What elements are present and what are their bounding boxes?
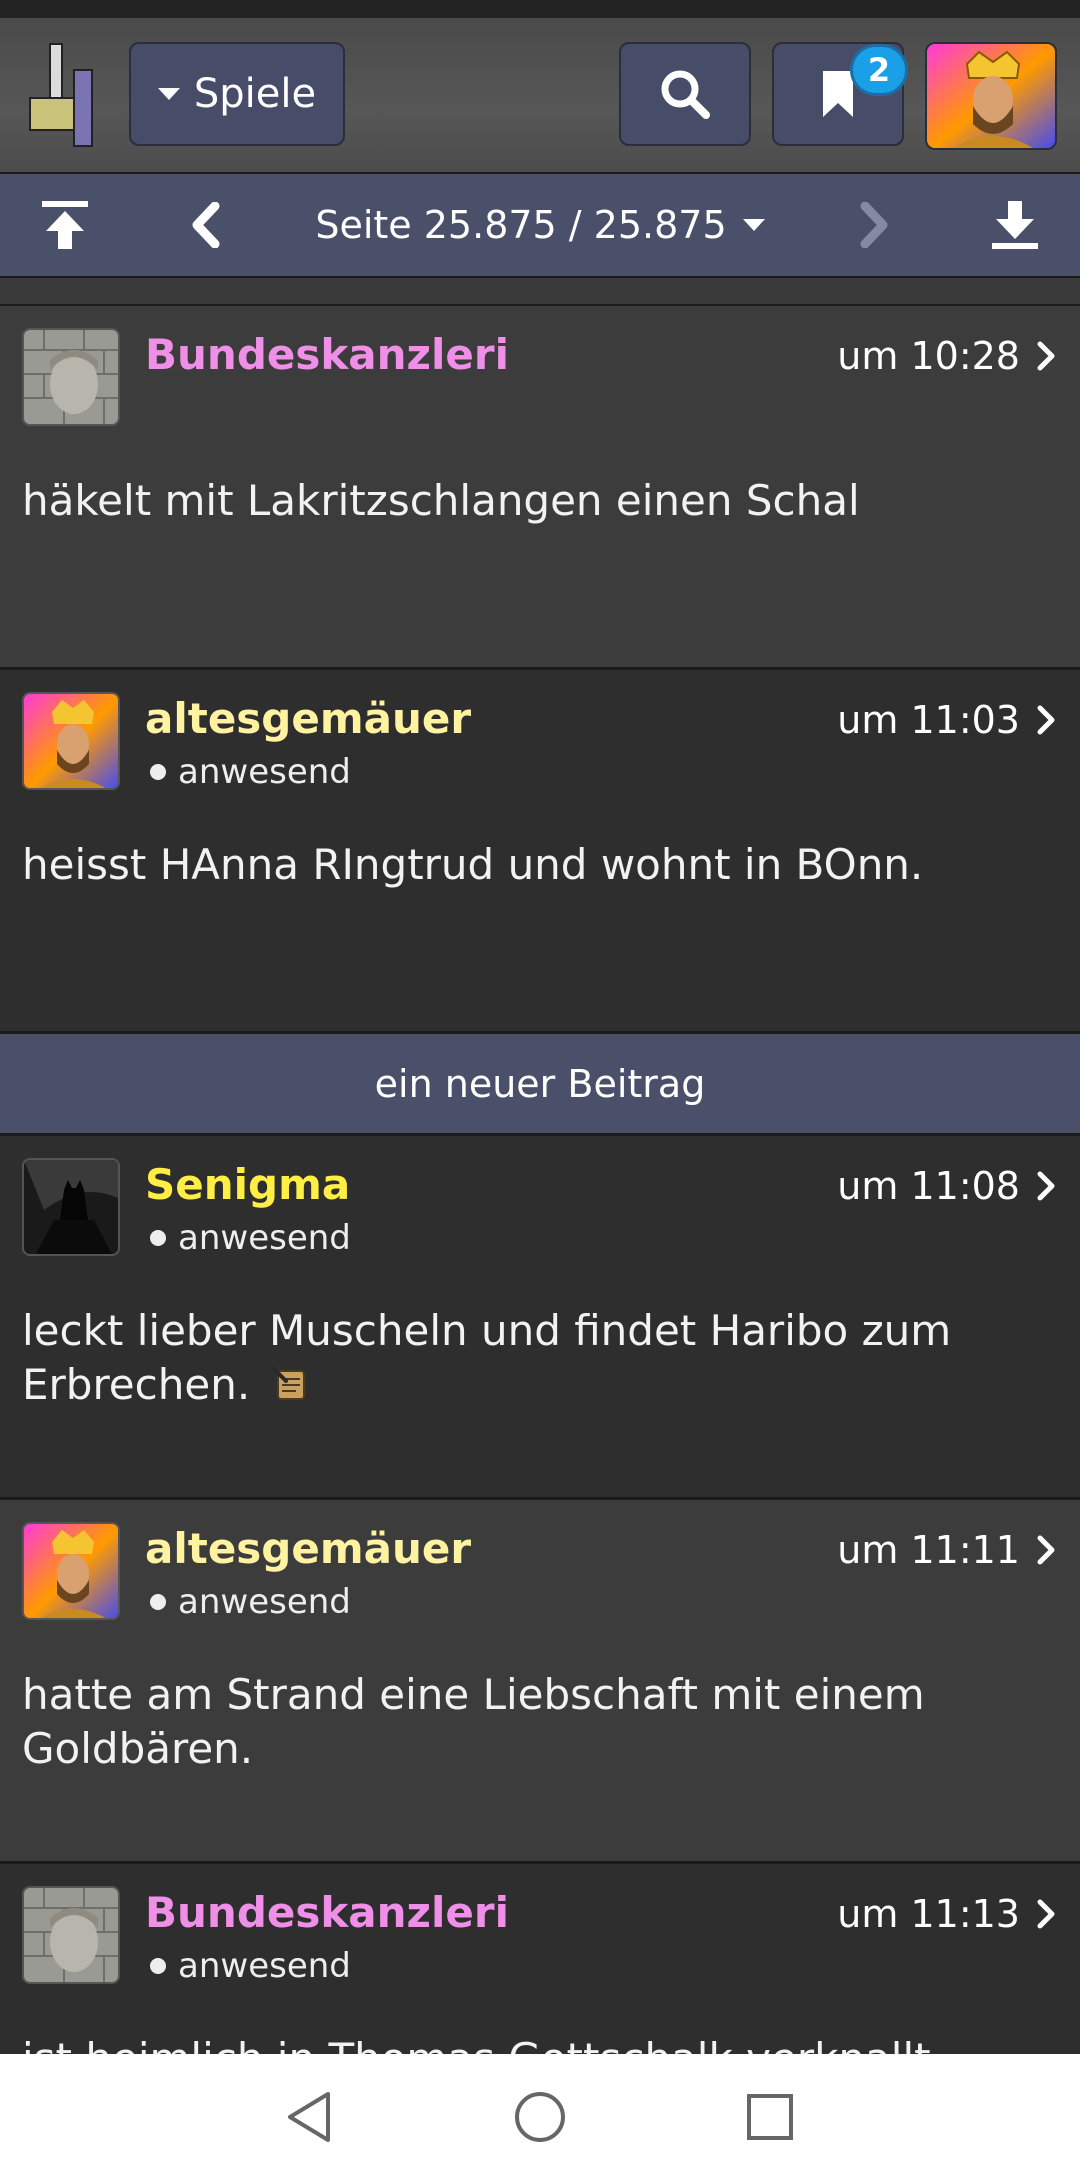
post-timestamp[interactable]: um 11:13: [837, 1892, 1056, 1936]
post-text: hatte am Strand eine Liebschaft mit eine…: [22, 1670, 925, 1773]
post-username[interactable]: Bundeskanzleri: [145, 330, 509, 379]
previous-page-button[interactable]: [170, 174, 240, 276]
post-username[interactable]: altesgemäuer: [145, 694, 471, 743]
post-item: Bundeskanzleri anwesend um 11:13 ist hei…: [0, 1864, 1080, 2054]
bookmark-count-badge: 2: [850, 44, 908, 96]
post-username[interactable]: Bundeskanzleri: [145, 1888, 509, 1937]
page-selector[interactable]: Seite 25.875 / 25.875: [300, 174, 780, 276]
post-item: Senigma anwesend um 11:08 leckt lieber M…: [0, 1136, 1080, 1500]
presence-status: anwesend: [150, 1582, 351, 1622]
chevron-right-icon: [860, 202, 888, 248]
post-text: leckt lieber Muscheln und findet Haribo …: [22, 1304, 952, 1412]
presence-label: anwesend: [178, 1946, 351, 1986]
arrow-up-to-top-icon: [42, 201, 88, 249]
post-avatar[interactable]: [22, 1522, 120, 1620]
app-viewport: Spiele 2 Seite 25.875 / 25.875 Bundeskan…: [0, 0, 1080, 2054]
recent-apps-button[interactable]: [735, 2082, 805, 2152]
post-time-label: um 11:03: [837, 698, 1020, 742]
post-time-label: um 10:28: [837, 334, 1020, 378]
system-navigation-bar: [0, 2054, 1080, 2177]
presence-dot-icon: [150, 1594, 166, 1610]
post-avatar[interactable]: [22, 328, 120, 426]
jump-to-first-button[interactable]: [30, 174, 100, 276]
presence-dot-icon: [150, 1958, 166, 1974]
pagination-bar: Seite 25.875 / 25.875: [0, 174, 1080, 278]
user-avatar[interactable]: [925, 42, 1057, 150]
games-dropdown-label: Spiele: [193, 71, 317, 117]
site-logo[interactable]: [28, 42, 98, 150]
presence-status: anwesend: [150, 1218, 351, 1258]
square-recents-icon: [747, 2094, 793, 2140]
search-button[interactable]: [619, 42, 751, 146]
post-username[interactable]: altesgemäuer: [145, 1524, 471, 1573]
presence-dot-icon: [150, 764, 166, 780]
new-post-divider[interactable]: ein neuer Beitrag: [0, 1034, 1080, 1136]
caret-down-icon: [157, 88, 180, 100]
system-status-bar: [0, 0, 1080, 18]
post-text: heisst HAnna RIngtrud und wohnt in BOnn.: [22, 840, 924, 889]
post-time-label: um 11:13: [837, 1892, 1020, 1936]
chevron-right-icon: [1037, 1171, 1055, 1201]
presence-label: anwesend: [178, 752, 351, 792]
post-time-label: um 11:08: [837, 1164, 1020, 1208]
post-timestamp[interactable]: um 11:03: [837, 698, 1056, 742]
presence-dot-icon: [150, 1230, 166, 1246]
home-button[interactable]: [505, 2082, 575, 2152]
presence-label: anwesend: [178, 1582, 351, 1622]
post-item: altesgemäuer anwesend um 11:11 hatte am …: [0, 1500, 1080, 1864]
chevron-right-icon: [1037, 705, 1055, 735]
chevron-left-icon: [192, 202, 220, 248]
page-indicator-label: Seite 25.875 / 25.875: [315, 203, 727, 247]
post-text: häkelt mit Lakritzschlangen einen Schal: [22, 476, 860, 525]
post-avatar[interactable]: [22, 692, 120, 790]
back-button[interactable]: [274, 2082, 344, 2152]
triangle-back-icon: [288, 2092, 330, 2142]
post-avatar[interactable]: [22, 1158, 120, 1256]
jump-to-last-button[interactable]: [980, 174, 1050, 276]
post-item: altesgemäuer anwesend um 11:03 heisst HA…: [0, 670, 1080, 1034]
games-dropdown-button[interactable]: Spiele: [129, 42, 345, 146]
post-avatar[interactable]: [22, 1886, 120, 1984]
top-header: Spiele 2: [0, 18, 1080, 174]
chevron-right-icon: [1037, 1535, 1055, 1565]
presence-label: anwesend: [178, 1218, 351, 1258]
post-text-content: leckt lieber Muscheln und findet Haribo …: [22, 1306, 952, 1409]
vomit-emoji-icon: [271, 1367, 305, 1400]
post-username[interactable]: Senigma: [145, 1160, 350, 1209]
presence-status: anwesend: [150, 752, 351, 792]
post-list-top-edge: [0, 278, 1080, 306]
arrow-down-to-bottom-icon: [992, 201, 1038, 249]
next-page-button[interactable]: [840, 174, 910, 276]
post-timestamp[interactable]: um 10:28: [837, 334, 1056, 378]
presence-status: anwesend: [150, 1946, 351, 1986]
chevron-right-icon: [1037, 341, 1055, 371]
circle-home-icon: [515, 2092, 565, 2142]
post-timestamp[interactable]: um 11:11: [837, 1528, 1056, 1572]
post-text: ist heimlich in Thomas Gottschalk verkna…: [22, 2032, 1052, 2054]
post-item: Bundeskanzleri um 10:28 häkelt mit Lakri…: [0, 306, 1080, 670]
caret-down-icon: [742, 219, 765, 231]
search-icon: [661, 70, 710, 119]
post-time-label: um 11:11: [837, 1528, 1020, 1572]
post-timestamp[interactable]: um 11:08: [837, 1164, 1056, 1208]
chevron-right-icon: [1037, 1899, 1055, 1929]
